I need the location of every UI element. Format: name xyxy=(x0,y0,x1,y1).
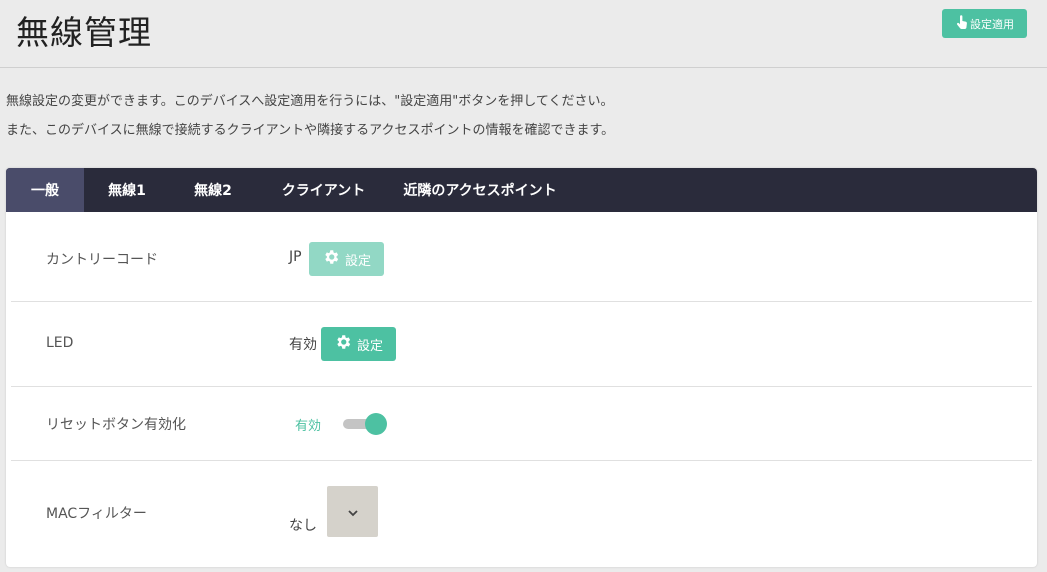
gear-icon xyxy=(322,248,340,270)
tab-wireless-2[interactable]: 無線2 xyxy=(170,168,256,212)
reset-button-toggle[interactable] xyxy=(341,412,389,436)
country-code-label: カントリーコード xyxy=(46,252,158,268)
chevron-down-icon xyxy=(347,502,359,521)
led-settings-label: 設定 xyxy=(356,338,383,354)
country-code-settings-button[interactable]: 設定 xyxy=(309,242,384,276)
led-settings-button[interactable]: 設定 xyxy=(321,327,396,361)
country-code-value: JP xyxy=(289,249,302,265)
reset-button-row: リセットボタン有効化 有効 xyxy=(11,387,1032,461)
tab-neighbor-access-points[interactable]: 近隣のアクセスポイント xyxy=(391,168,569,212)
mac-filter-dropdown-button[interactable] xyxy=(327,486,378,537)
reset-button-label: リセットボタン有効化 xyxy=(46,417,186,433)
hand-pointer-icon xyxy=(955,14,968,33)
apply-settings-button[interactable]: 設定適用 xyxy=(942,9,1027,38)
tab-general[interactable]: 一般 xyxy=(6,168,84,212)
wireless-panel: 一般 無線1 無線2 クライアント 近隣のアクセスポイント カントリーコード J… xyxy=(6,168,1037,567)
description-line-1: 無線設定の変更ができます。このデバイスへ設定適用を行うには、"設定適用"ボタンを… xyxy=(6,94,614,109)
description-line-2: また、このデバイスに無線で接続するクライアントや隣接するアクセスポイントの情報を… xyxy=(6,123,615,138)
page-header: 無線管理 設定適用 xyxy=(0,0,1047,68)
reset-button-status: 有効 xyxy=(295,419,322,434)
apply-settings-label: 設定適用 xyxy=(970,17,1014,31)
led-label: LED xyxy=(46,335,74,351)
mac-filter-label: MACフィルター xyxy=(46,506,147,522)
page-title: 無線管理 xyxy=(16,13,152,52)
led-value: 有効 xyxy=(289,337,317,353)
tab-wireless-1[interactable]: 無線1 xyxy=(84,168,170,212)
led-row: LED 有効 設定 xyxy=(11,302,1032,387)
toggle-knob xyxy=(365,413,387,435)
tab-bar: 一般 無線1 無線2 クライアント 近隣のアクセスポイント xyxy=(6,168,1037,212)
country-code-settings-label: 設定 xyxy=(344,253,371,269)
mac-filter-value: なし xyxy=(289,518,317,534)
gear-icon xyxy=(334,333,352,355)
mac-filter-row: MACフィルター なし xyxy=(11,461,1032,567)
country-code-row: カントリーコード JP 設定 xyxy=(11,212,1032,302)
tab-clients[interactable]: クライアント xyxy=(256,168,391,212)
